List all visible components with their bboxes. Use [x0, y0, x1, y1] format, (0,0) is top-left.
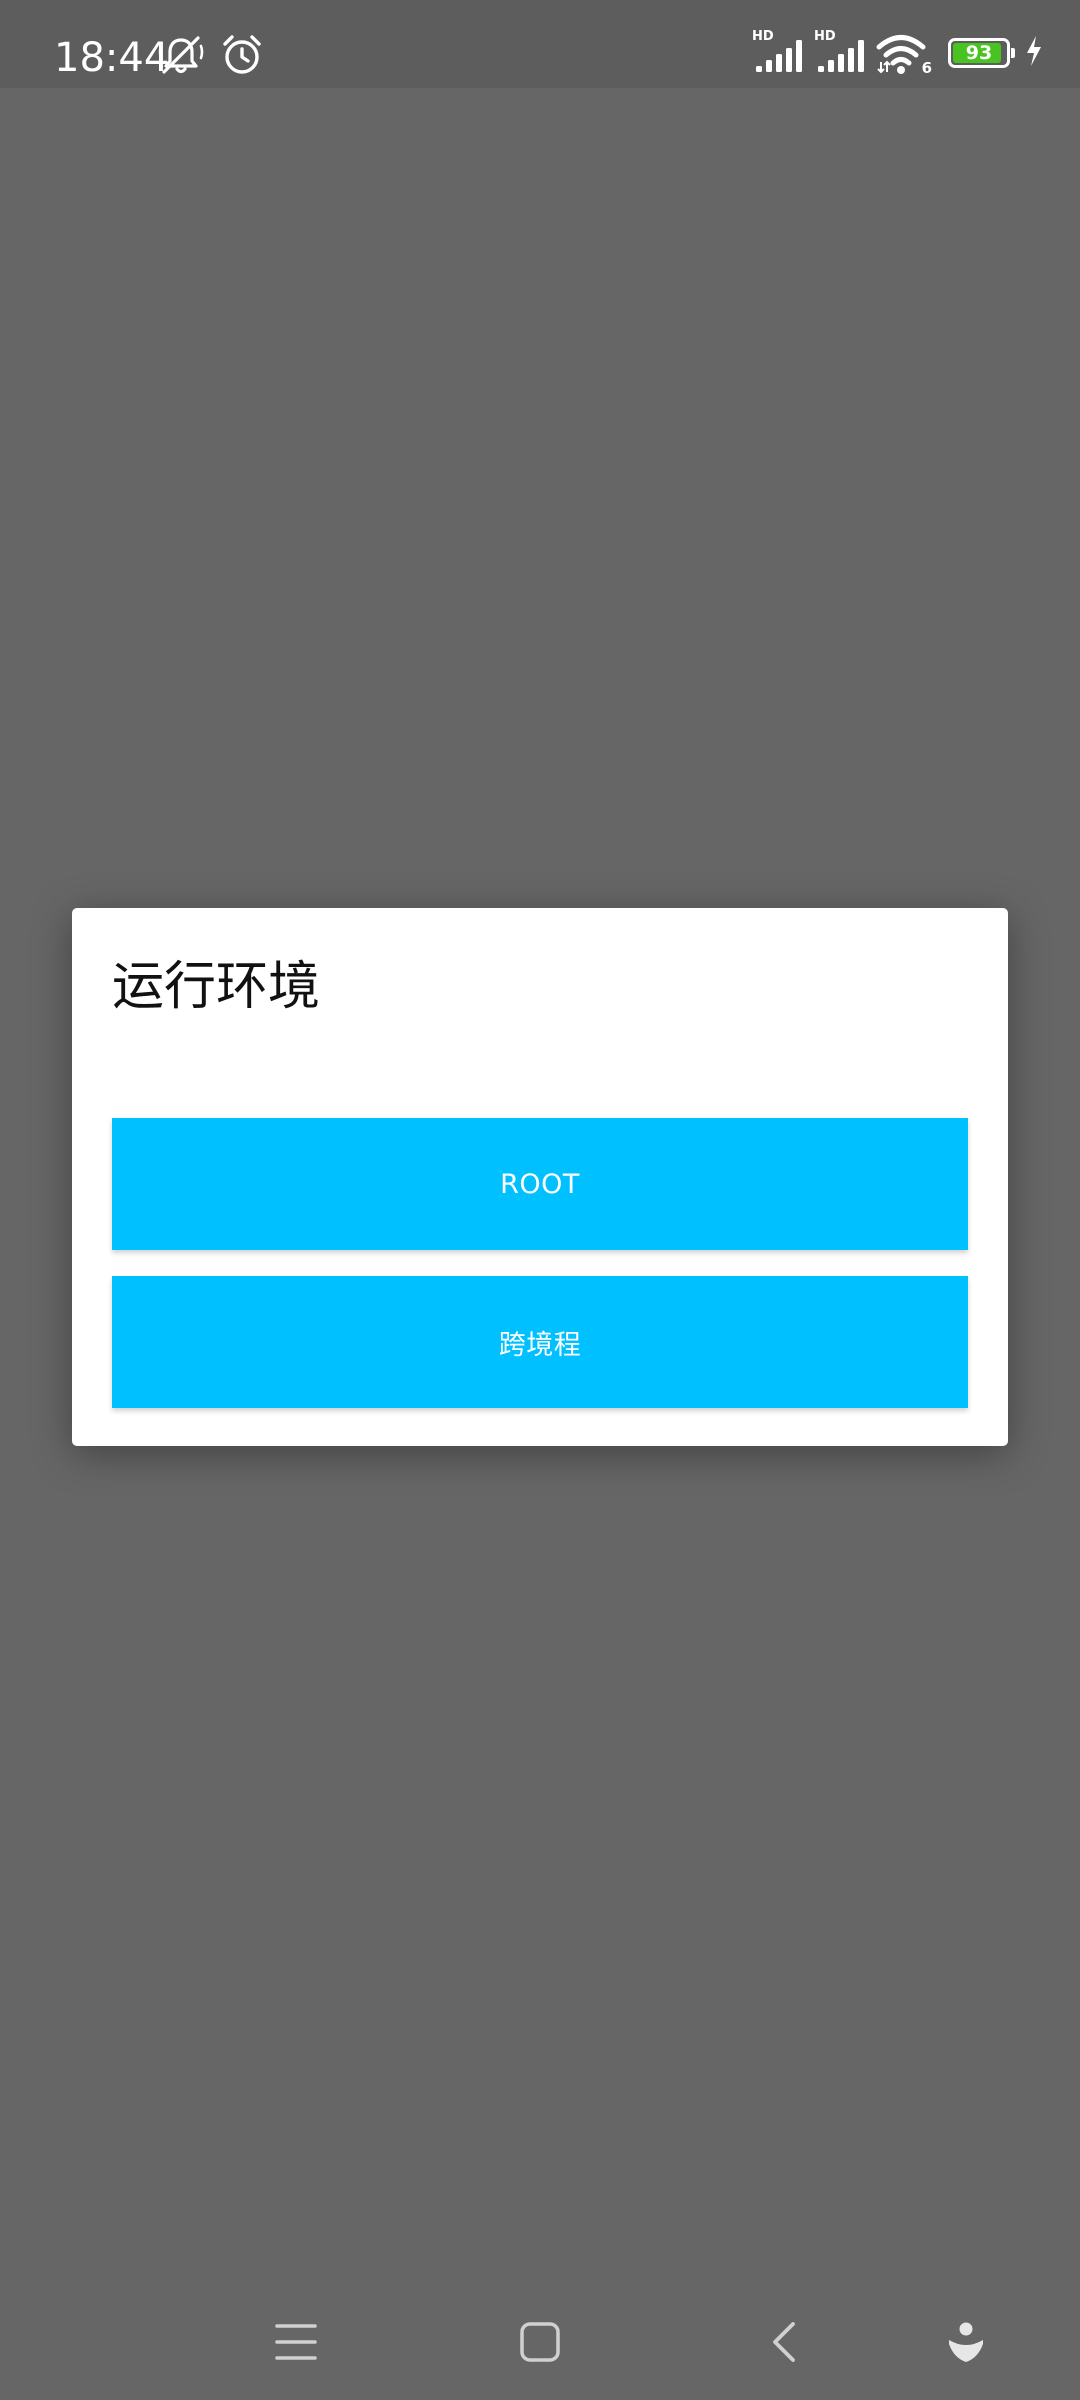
status-time: 18:44: [54, 35, 170, 81]
dialog-title: 运行环境: [112, 957, 321, 1017]
assistant-button[interactable]: [930, 2306, 1002, 2378]
cross-process-button-label: 跨境程: [498, 1329, 582, 1361]
menu-button[interactable]: [260, 2306, 332, 2378]
wifi: 6: [876, 30, 932, 76]
root-button[interactable]: ROOT: [112, 1118, 968, 1250]
cross-process-button[interactable]: 跨境程: [112, 1276, 968, 1408]
assistant-icon: [949, 2322, 983, 2362]
root-button-label: ROOT: [500, 1168, 580, 1200]
status-right-icons: HD HD 6 93: [752, 30, 1044, 76]
wifi-icon: [876, 35, 926, 74]
signal-icon: [818, 40, 864, 72]
bell-muted-icon: [158, 32, 204, 82]
charging-icon: [1024, 34, 1044, 72]
home-button[interactable]: [504, 2306, 576, 2378]
signal-2: HD: [814, 30, 868, 76]
status-bar: 18:44 HD HD 6 93: [0, 0, 1080, 88]
battery-icon: 93: [948, 38, 1015, 68]
back-icon: [773, 2322, 795, 2362]
navigation-bar: [0, 2286, 1080, 2400]
alarm-clock-icon: [220, 32, 264, 82]
status-left-icons: [158, 32, 264, 82]
signal-1: HD: [752, 30, 806, 76]
signal-icon: [756, 40, 802, 72]
menu-icon: [275, 2324, 317, 2360]
battery-level: 93: [965, 42, 993, 64]
back-button[interactable]: [748, 2306, 820, 2378]
runtime-environment-dialog: 运行环境 ROOT 跨境程: [72, 908, 1008, 1446]
battery-tip: [1011, 48, 1015, 58]
screen: 18:44 HD HD 6 93 运行环境 ROOT 跨境程: [0, 0, 1080, 2400]
wifi-label: 6: [921, 59, 932, 77]
home-icon: [520, 2322, 560, 2362]
